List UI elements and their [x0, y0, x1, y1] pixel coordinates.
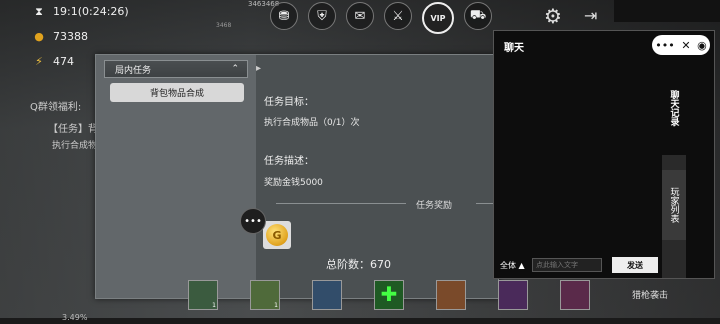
chat-tabs: 聊天记录 玩家列表: [662, 60, 686, 278]
quest-welfare-text: Q群领福利:: [30, 102, 82, 113]
channel-select[interactable]: 全体 ▲: [500, 260, 530, 271]
cart-icon[interactable]: ⛟: [464, 2, 492, 30]
gear-icon[interactable]: ⚙: [544, 4, 562, 28]
skill-soldier-pink[interactable]: [560, 280, 590, 310]
exit-icon[interactable]: ⇥: [584, 6, 597, 25]
tab-chat-records[interactable]: 聊天记录: [662, 60, 686, 155]
skill-turret[interactable]: [312, 280, 342, 310]
lightning-icon: ⚡: [35, 55, 43, 68]
record-icon[interactable]: ◉: [697, 39, 707, 52]
gold-coin-icon: G: [266, 224, 288, 246]
more-icon[interactable]: •••: [655, 39, 674, 52]
skill-heal-icon[interactable]: ✚: [374, 280, 404, 310]
desc-title: 任务描述：: [264, 156, 314, 167]
mini-program-capsule[interactable]: ••• ✕ ◉: [652, 35, 710, 55]
close-icon[interactable]: ✕: [681, 39, 690, 52]
chat-input-bar: 全体 ▲ 发送: [494, 255, 661, 275]
goal-title: 任务目标：: [264, 97, 314, 108]
skill-bar: 1 1 ✚: [188, 280, 590, 310]
send-button[interactable]: 发送: [612, 257, 658, 273]
hourglass-icon: ⧗: [35, 4, 43, 18]
category-header[interactable]: 局内任务 ⌃: [104, 60, 248, 78]
chat-bubble-icon[interactable]: •••: [240, 208, 266, 234]
reward-title: 任务奖励: [416, 201, 453, 211]
reward-divider: [276, 203, 506, 204]
gift-icon[interactable]: ✉: [346, 2, 374, 30]
task-category-list: 局内任务 ⌃ 背包物品合成: [96, 55, 256, 298]
desc-text: 奖励金钱5000: [264, 178, 323, 188]
task-exec-text: 执行合成物: [52, 141, 98, 151]
shoot-label[interactable]: 猎枪袭击: [632, 288, 668, 301]
shop-icon[interactable]: ⛃: [270, 2, 298, 30]
chat-input[interactable]: [532, 258, 602, 272]
total-level: 总阶数：670: [326, 258, 391, 271]
task-panel: 局内任务 ⌃ 背包物品合成 ▸ 任务目标： 执行合成物品（0/1）次 任务描述：…: [95, 54, 506, 299]
skill-chest[interactable]: 1: [250, 280, 280, 310]
time-display: ⧗ 19:1(0:24:26): [33, 4, 129, 19]
task-tag-text[interactable]: 【任务】背: [48, 120, 98, 135]
shield-icon[interactable]: ⛨: [308, 2, 336, 30]
small-number: 3468: [216, 22, 232, 29]
skill-soldier-orange[interactable]: [436, 280, 466, 310]
top-menu: ⛃ ⛨ ✉ ⚔ VIP ⛟: [270, 2, 492, 34]
chat-title: 聊天: [504, 43, 524, 54]
coin-icon: ●: [34, 30, 44, 43]
task-item-selected[interactable]: 背包物品合成: [110, 83, 244, 102]
progress-text: 3.49%: [62, 313, 88, 322]
goal-text: 执行合成物品（0/1）次: [264, 118, 360, 128]
skill-soldier-purple[interactable]: [498, 280, 528, 310]
top-right-strip: [614, 0, 720, 22]
eagle-icon[interactable]: ⚔: [384, 2, 412, 30]
tab-player-list[interactable]: 玩家列表: [662, 170, 686, 240]
collapse-arrow-icon[interactable]: ▸: [256, 63, 261, 74]
gold-display: ● 73388: [34, 30, 88, 43]
chevron-up-icon: ⌃: [231, 64, 239, 74]
skill-green-crystal[interactable]: 1: [188, 280, 218, 310]
progress-bar: [0, 318, 720, 324]
reward-coin[interactable]: G: [263, 221, 291, 249]
vip-icon[interactable]: VIP: [422, 2, 454, 34]
energy-display: ⚡ 474: [33, 55, 74, 68]
